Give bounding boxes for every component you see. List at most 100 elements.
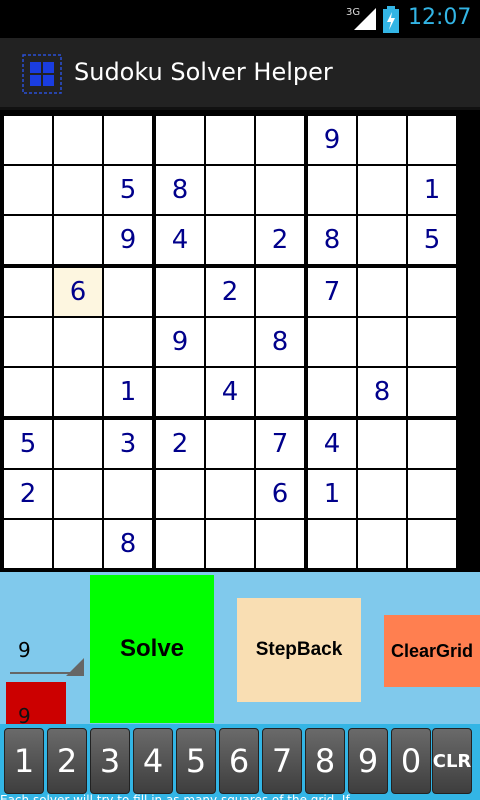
grid-cell-r2-c9[interactable]: 1 <box>408 166 456 214</box>
spinner-value: 9 <box>18 638 31 662</box>
key-1[interactable]: 1 <box>4 728 44 794</box>
grid-cell-r8-c9[interactable] <box>408 470 456 518</box>
grid-cell-r5-c6[interactable]: 8 <box>256 318 304 366</box>
grid-cell-r9-c7[interactable] <box>308 520 356 568</box>
grid-cell-r4-c4[interactable] <box>156 268 204 316</box>
grid-cell-r2-c1[interactable] <box>4 166 52 214</box>
grid-cell-r9-c2[interactable] <box>54 520 102 568</box>
grid-cell-r1-c6[interactable] <box>256 116 304 164</box>
grid-cell-r7-c9[interactable] <box>408 420 456 468</box>
grid-cell-r7-c5[interactable] <box>206 420 254 468</box>
grid-cell-r4-c8[interactable] <box>358 268 406 316</box>
stepback-button[interactable]: StepBack <box>237 598 361 702</box>
grid-cell-r6-c8[interactable]: 8 <box>358 368 406 416</box>
grid-cell-r2-c5[interactable] <box>206 166 254 214</box>
grid-cell-r1-c4[interactable] <box>156 116 204 164</box>
grid-cell-r3-c6[interactable]: 2 <box>256 216 304 264</box>
grid-cell-r5-c5[interactable] <box>206 318 254 366</box>
grid-cell-r4-c6[interactable] <box>256 268 304 316</box>
grid-cell-r2-c3[interactable]: 5 <box>104 166 152 214</box>
key-7[interactable]: 7 <box>262 728 302 794</box>
grid-cell-r1-c7[interactable]: 9 <box>308 116 356 164</box>
grid-cell-r2-c7[interactable] <box>308 166 356 214</box>
grid-cell-r3-c2[interactable] <box>54 216 102 264</box>
grid-cell-r5-c7[interactable] <box>308 318 356 366</box>
grid-cell-r5-c2[interactable] <box>54 318 102 366</box>
grid-cell-r4-c2[interactable]: 6 <box>54 268 102 316</box>
grid-cell-r8-c2[interactable] <box>54 470 102 518</box>
grid-cell-r9-c8[interactable] <box>358 520 406 568</box>
grid-cell-r5-c4[interactable]: 9 <box>156 318 204 366</box>
grid-cell-r8-c4[interactable] <box>156 470 204 518</box>
grid-cell-r5-c1[interactable] <box>4 318 52 366</box>
grid-cell-r1-c8[interactable] <box>358 116 406 164</box>
key-3[interactable]: 3 <box>90 728 130 794</box>
grid-cell-r2-c4[interactable]: 8 <box>156 166 204 214</box>
grid-cell-r8-c3[interactable] <box>104 470 152 518</box>
grid-cell-r2-c2[interactable] <box>54 166 102 214</box>
grid-cell-r3-c4[interactable]: 4 <box>156 216 204 264</box>
grid-cell-r4-c1[interactable] <box>4 268 52 316</box>
grid-cell-r2-c8[interactable] <box>358 166 406 214</box>
grid-cell-r9-c4[interactable] <box>156 520 204 568</box>
action-bar-divider <box>0 107 480 110</box>
grid-cell-r5-c8[interactable] <box>358 318 406 366</box>
key-9[interactable]: 9 <box>348 728 388 794</box>
grid-cell-r8-c1[interactable]: 2 <box>4 470 52 518</box>
grid-cell-r8-c6[interactable]: 6 <box>256 470 304 518</box>
grid-cell-r4-c3[interactable] <box>104 268 152 316</box>
grid-cell-r2-c6[interactable] <box>256 166 304 214</box>
grid-cell-r7-c7[interactable]: 4 <box>308 420 356 468</box>
grid-cell-r8-c7[interactable]: 1 <box>308 470 356 518</box>
battery-icon <box>383 6 399 33</box>
grid-cell-r6-c3[interactable]: 1 <box>104 368 152 416</box>
grid-cell-r9-c1[interactable] <box>4 520 52 568</box>
grid-cell-r1-c9[interactable] <box>408 116 456 164</box>
grid-cell-r3-c7[interactable]: 8 <box>308 216 356 264</box>
key-2[interactable]: 2 <box>47 728 87 794</box>
grid-cell-r1-c3[interactable] <box>104 116 152 164</box>
grid-cell-r7-c4[interactable]: 2 <box>156 420 204 468</box>
grid-cell-r9-c3[interactable]: 8 <box>104 520 152 568</box>
solve-button[interactable]: Solve <box>90 575 214 723</box>
grid-cell-r6-c1[interactable] <box>4 368 52 416</box>
grid-cell-r1-c2[interactable] <box>54 116 102 164</box>
grid-cell-r3-c9[interactable]: 5 <box>408 216 456 264</box>
key-6[interactable]: 6 <box>219 728 259 794</box>
grid-cell-r5-c3[interactable] <box>104 318 152 366</box>
grid-cell-r4-c5[interactable]: 2 <box>206 268 254 316</box>
key-5[interactable]: 5 <box>176 728 216 794</box>
key-clear[interactable]: CLR <box>432 728 472 794</box>
grid-cell-r1-c5[interactable] <box>206 116 254 164</box>
grid-cell-r9-c6[interactable] <box>256 520 304 568</box>
grid-cell-r5-c9[interactable] <box>408 318 456 366</box>
number-spinner[interactable]: 9 <box>6 624 84 676</box>
grid-cell-r9-c5[interactable] <box>206 520 254 568</box>
cleargrid-button[interactable]: ClearGrid <box>384 615 480 687</box>
grid-cell-r7-c3[interactable]: 3 <box>104 420 152 468</box>
app-title: Sudoku Solver Helper <box>74 58 333 86</box>
grid-cell-r7-c2[interactable] <box>54 420 102 468</box>
grid-cell-r6-c9[interactable] <box>408 368 456 416</box>
grid-cell-r7-c8[interactable] <box>358 420 406 468</box>
grid-cell-r6-c6[interactable] <box>256 368 304 416</box>
grid-cell-r1-c1[interactable] <box>4 116 52 164</box>
grid-cell-r8-c8[interactable] <box>358 470 406 518</box>
grid-cell-r4-c7[interactable]: 7 <box>308 268 356 316</box>
grid-cell-r6-c2[interactable] <box>54 368 102 416</box>
grid-cell-r6-c4[interactable] <box>156 368 204 416</box>
grid-cell-r9-c9[interactable] <box>408 520 456 568</box>
key-8[interactable]: 8 <box>305 728 345 794</box>
grid-cell-r4-c9[interactable] <box>408 268 456 316</box>
grid-cell-r3-c3[interactable]: 9 <box>104 216 152 264</box>
grid-cell-r3-c1[interactable] <box>4 216 52 264</box>
key-4[interactable]: 4 <box>133 728 173 794</box>
key-0[interactable]: 0 <box>391 728 431 794</box>
grid-cell-r6-c5[interactable]: 4 <box>206 368 254 416</box>
grid-cell-r3-c8[interactable] <box>358 216 406 264</box>
grid-cell-r7-c6[interactable]: 7 <box>256 420 304 468</box>
grid-cell-r7-c1[interactable]: 5 <box>4 420 52 468</box>
grid-cell-r6-c7[interactable] <box>308 368 356 416</box>
grid-cell-r8-c5[interactable] <box>206 470 254 518</box>
grid-cell-r3-c5[interactable] <box>206 216 254 264</box>
